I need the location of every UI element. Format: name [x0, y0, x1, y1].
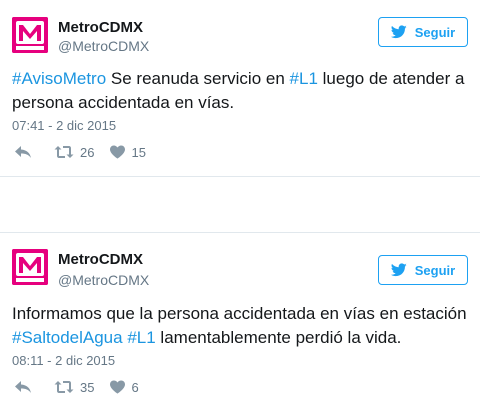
reply-button[interactable] [14, 145, 32, 159]
reply-icon [15, 146, 31, 158]
follow-button[interactable]: Seguir [378, 255, 468, 285]
hashtag-link[interactable]: #SaltodelAgua [12, 328, 123, 347]
account-name[interactable]: MetroCDMX [58, 251, 143, 268]
follow-label: Seguir [414, 262, 456, 278]
tweet-card: MetroCDMX @MetroCDMX Seguir #AvisoMetro … [0, 0, 480, 177]
twitter-bird-icon [390, 25, 407, 39]
metro-logo-icon [12, 249, 48, 285]
reply-button[interactable] [14, 380, 32, 394]
like-count: 6 [131, 379, 139, 395]
retweet-count: 26 [80, 144, 95, 160]
hashtag-link[interactable]: #L1 [127, 328, 155, 347]
tweet-text-segment: Informamos que la persona accidentada en… [12, 304, 467, 323]
tweet-card: MetroCDMX @MetroCDMX Seguir Informamos q… [0, 232, 480, 401]
twitter-bird-icon [390, 263, 407, 277]
account-name[interactable]: MetroCDMX [58, 19, 143, 36]
account-handle[interactable]: @MetroCDMX [58, 272, 149, 288]
retweet-count: 35 [80, 379, 95, 395]
hashtag-link[interactable]: #AvisoMetro [12, 69, 106, 88]
like-button[interactable]: 6 [110, 379, 139, 395]
hashtag-link[interactable]: #L1 [290, 69, 318, 88]
heart-icon [110, 380, 126, 394]
tweet-timestamp[interactable]: 07:41 - 2 dic 2015 [12, 118, 116, 133]
retweet-button[interactable]: 35 [54, 380, 94, 395]
retweet-button[interactable]: 26 [54, 145, 94, 160]
tweet-text-segment: Se reanuda servicio en [106, 69, 290, 88]
avatar[interactable] [12, 17, 48, 53]
tweet-text: #AvisoMetro Se reanuda servicio en #L1 l… [12, 67, 468, 115]
retweet-icon [54, 381, 74, 393]
avatar[interactable] [12, 249, 48, 285]
tweet-actions: 35 6 [14, 377, 139, 397]
tweet-text-segment: lamentablemente perdió la vida. [155, 328, 402, 347]
like-button[interactable]: 15 [110, 144, 146, 160]
account-handle[interactable]: @MetroCDMX [58, 38, 149, 54]
tweet-actions: 26 15 [14, 142, 146, 162]
tweet-text: Informamos que la persona accidentada en… [12, 302, 468, 350]
reply-icon [15, 381, 31, 393]
follow-button[interactable]: Seguir [378, 17, 468, 47]
heart-icon [110, 145, 126, 159]
tweet-timestamp[interactable]: 08:11 - 2 dic 2015 [12, 353, 115, 368]
retweet-icon [54, 146, 74, 158]
follow-label: Seguir [414, 24, 456, 40]
metro-logo-icon [12, 17, 48, 53]
like-count: 15 [131, 144, 146, 160]
